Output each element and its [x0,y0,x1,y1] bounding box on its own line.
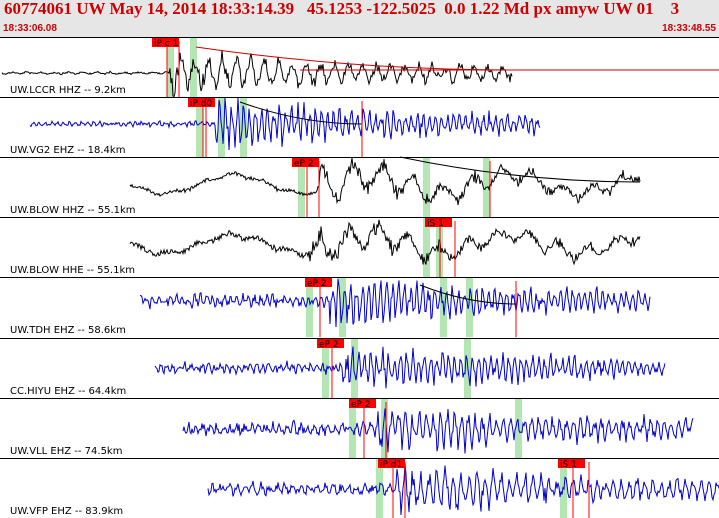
station-label: CC.HIYU EHZ -- 64.4km [10,386,126,397]
analysis-window [381,399,388,459]
analysis-window [423,158,430,218]
header-bar: 60774061 UW May 14, 2014 18:33:14.39 45.… [0,0,719,37]
station-label: UW.LCCR HHZ -- 9.2km [10,85,126,96]
waveform [129,219,641,266]
waveform [139,278,651,328]
phase-pick-label[interactable]: eP 2 [351,400,371,410]
waveform [207,462,719,516]
phase-pick-label[interactable]: iP c 1 [154,39,178,49]
analysis-window [466,278,473,338]
phase-pick-label[interactable]: eP 2 [319,340,339,350]
station-label: UW.VFP EHZ -- 83.9km [10,506,123,517]
waveform [29,97,541,151]
station-label: UW.BLOW HHZ -- 55.1km [10,205,136,216]
seismogram-panel[interactable]: iP c 1 UW.LCCR HHZ -- 9.2km iP d0 UW.VG2 EH… [0,37,719,518]
station-label: UW.VLL EHZ -- 74.5km [10,446,122,457]
phase-pick-label[interactable]: iS 1 [427,219,444,229]
waveform [154,346,666,389]
waveform [182,408,694,454]
station-label: UW.TDH EHZ -- 58.6km [10,325,126,336]
phase-pick-label[interactable]: eP 2 [294,159,314,169]
start-time: 18:33:06.08 [3,23,57,34]
station-label: UW.BLOW HHE -- 55.1km [10,265,135,276]
phase-pick-label[interactable]: iP d1 [380,460,402,470]
phase-pick-label[interactable]: eP 2 [307,279,327,289]
waveform [129,157,641,206]
coda-fit-curve [239,101,363,125]
phase-pick-label[interactable]: iS 1 [560,460,577,470]
coda-fit-curve [195,46,513,71]
station-label: UW.VG2 EHZ -- 18.4km [10,145,125,156]
end-time: 18:33:48.55 [662,23,716,34]
phase-pick-label[interactable]: iP d0 [190,99,213,109]
event-title: 60774061 UW May 14, 2014 18:33:14.39 45.… [4,0,680,18]
